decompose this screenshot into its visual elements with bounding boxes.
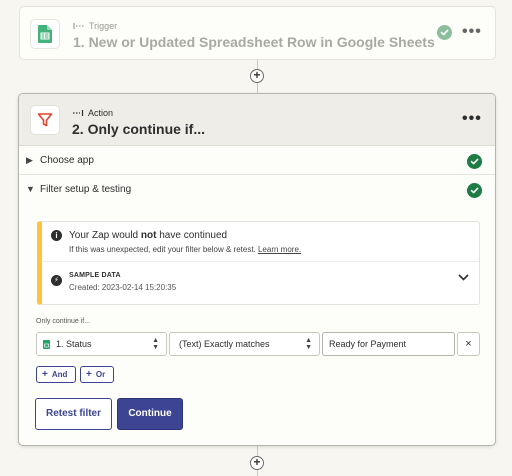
add-or-condition-button[interactable]: + Or [80,366,114,383]
action-type-text: Action [88,108,114,118]
action-step-card: Action 2. Only continue if... ••• ▶ Choo… [18,93,496,446]
trigger-title: 1. New or Updated Spreadsheet Row in Goo… [73,34,435,50]
filter-icon [30,105,60,135]
select-arrows-icon: ▲ ▼ [305,337,312,351]
learn-more-link[interactable]: Learn more. [258,245,301,254]
sample-data-label: SAMPLE DATA [69,272,121,279]
add-step-button-bottom[interactable]: + [250,456,264,470]
condition-value-input[interactable]: Ready for Payment [322,332,455,356]
chevron-right-icon: ▶ [26,155,33,165]
google-sheets-icon [30,19,60,49]
condition-operator-select[interactable]: (Text) Exactly matches ▲ ▼ [169,332,320,356]
plus-icon: + [42,369,48,380]
sample-data-expand-chevron-down-icon[interactable] [458,273,469,284]
trigger-complete-check-icon [437,25,452,40]
step-type-label: Trigger [73,21,117,31]
select-arrows-icon: ▲ ▼ [152,337,159,351]
and-label: And [51,370,68,379]
action-header[interactable]: Action 2. Only continue if... ••• [19,94,495,146]
section-label: Filter setup & testing [40,184,132,195]
add-and-condition-button[interactable]: + And [36,366,76,383]
chevron-down-icon: ▼ [26,184,35,194]
continue-button[interactable]: Continue [117,398,183,430]
sample-created-timestamp: Created: 2023-02-14 15:20:35 [69,283,177,292]
add-step-button-top[interactable]: + [250,69,264,83]
notice-subtitle: If this was unexpected, edit your filter… [69,245,302,254]
trigger-type-icon [73,23,84,29]
trigger-more-options-icon[interactable]: ••• [462,24,482,40]
condition-operator-value: (Text) Exactly matches [179,339,270,349]
remove-condition-close-icon[interactable]: × [457,332,480,356]
choose-app-complete-check-icon [467,154,482,169]
info-icon: i [51,230,62,241]
filter-result-notice: i Your Zap would not have continued If t… [37,221,480,305]
google-sheets-icon [43,340,50,349]
retest-filter-button[interactable]: Retest filter [35,398,112,430]
trigger-step-card[interactable]: Trigger 1. New or Updated Spreadsheet Ro… [19,6,496,60]
step-type-label: Action [72,108,113,118]
notice-title: Your Zap would not have continued [69,230,228,241]
section-filter-setup[interactable]: ▼ Filter setup & testing [19,176,495,204]
action-type-icon [73,110,84,116]
action-title: 2. Only continue if... [72,121,206,137]
action-more-options-icon[interactable]: ••• [462,111,482,127]
notice-header: i Your Zap would not have continued If t… [42,222,479,262]
filter-setup-complete-check-icon [467,183,482,198]
plus-icon: + [86,369,92,380]
condition-field-select[interactable]: 1. Status ▲ ▼ [36,332,167,356]
condition-label: Only continue if... [36,318,91,325]
condition-field-value: 1. Status [56,339,92,349]
section-choose-app[interactable]: ▶ Choose app [19,147,495,175]
section-label: Choose app [40,155,94,166]
lightning-bolt-icon: ⚡ [51,275,62,286]
condition-value-text: Ready for Payment [329,339,407,349]
or-label: Or [95,370,106,379]
trigger-type-text: Trigger [89,21,118,31]
